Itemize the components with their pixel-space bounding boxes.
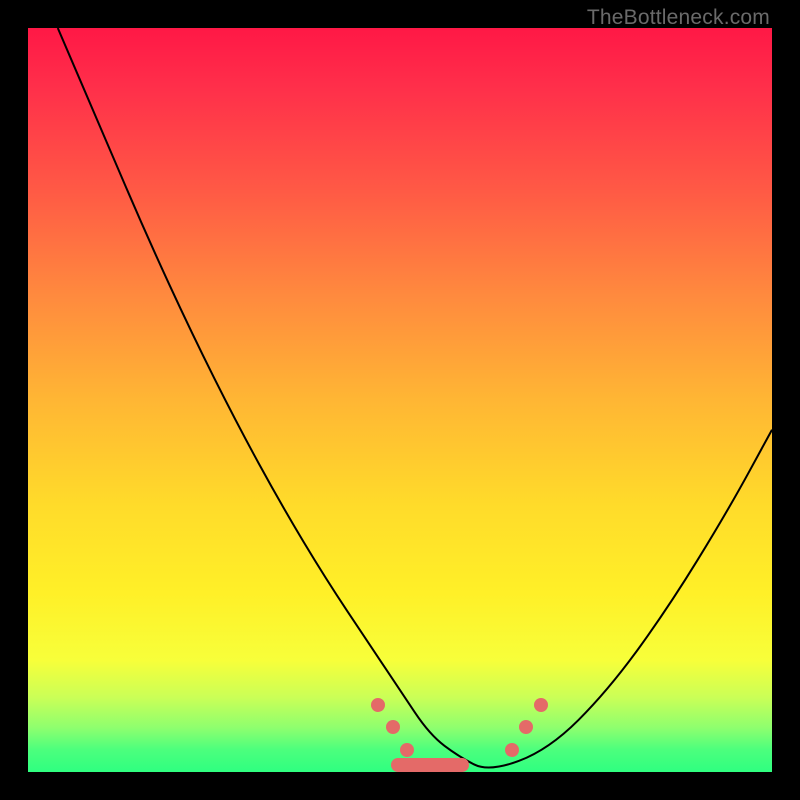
- marker-dot: [400, 743, 414, 757]
- attribution-text: TheBottleneck.com: [587, 6, 770, 30]
- marker-dot: [371, 698, 385, 712]
- plot-area: [28, 28, 772, 772]
- marker-dot: [505, 743, 519, 757]
- marker-dot: [534, 698, 548, 712]
- marker-dot: [519, 720, 533, 734]
- marker-dot: [386, 720, 400, 734]
- chart-frame: TheBottleneck.com: [0, 0, 800, 800]
- marker-flat: [391, 758, 469, 772]
- curve-markers: [28, 28, 772, 772]
